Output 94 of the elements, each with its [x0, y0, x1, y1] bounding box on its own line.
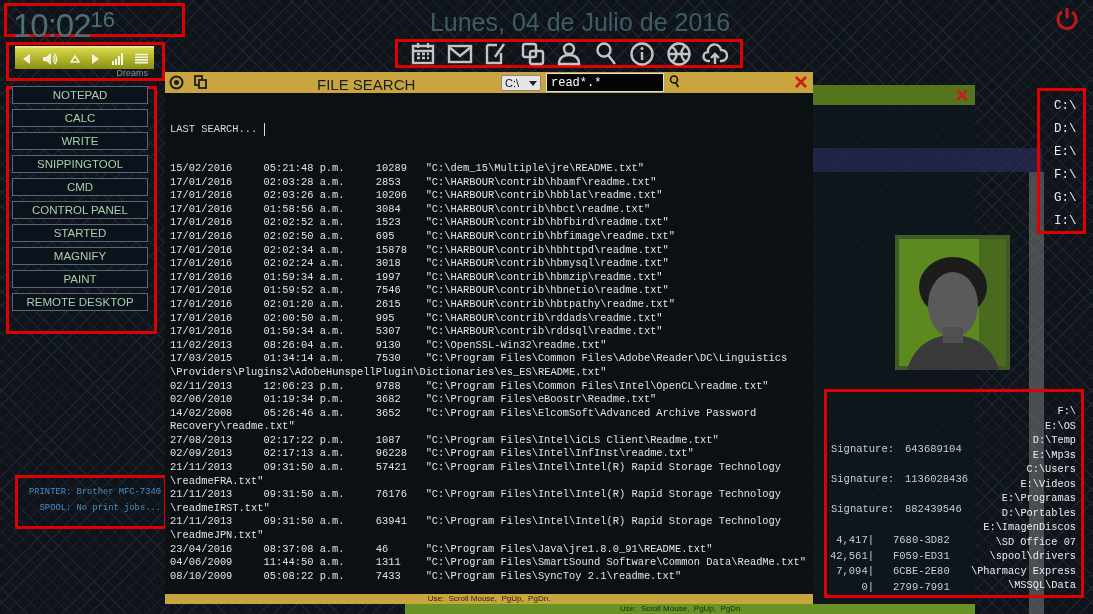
- drive-link[interactable]: D:\: [1054, 118, 1083, 141]
- drive-dropdown[interactable]: C:\: [501, 75, 541, 91]
- volume-size: 0|: [860, 579, 874, 595]
- field-value: 882439546: [905, 503, 962, 515]
- text-cursor: [264, 123, 266, 137]
- search-field[interactable]: read*.*: [546, 73, 664, 92]
- field-label: Signature:: [831, 472, 895, 487]
- search-result[interactable]: 21/11/2013 09:31:50 a.m. 76176 "C:\Program Files\Intel\Intel(R) Rapid Storage Technology\readmeIRST.txt": [170, 488, 808, 516]
- field-value: 1136028436: [905, 473, 968, 485]
- drive-link[interactable]: I:\: [1054, 210, 1083, 233]
- folder-link[interactable]: E:\Videos: [1020, 476, 1076, 491]
- last-search-label: LAST SEARCH...: [170, 122, 258, 137]
- search-result[interactable]: 02/09/2013 02:17:13 a.m. 96228 "C:\Program Files\Intel\InfInst\readme.txt": [170, 447, 808, 462]
- globe-button[interactable]: [665, 40, 692, 67]
- search-result[interactable]: 02/11/2013 12:06:23 p.m. 9788 "C:\Program Files\Common Files\Intel\OpenCL\readme.txt": [170, 379, 808, 394]
- launcher-button[interactable]: WRITE: [12, 132, 148, 150]
- launcher-button[interactable]: SNIPPINGTOOL: [12, 155, 148, 173]
- volume-serial: F059-ED31: [893, 548, 950, 564]
- folder-link[interactable]: E:\ImagenDiscos: [983, 520, 1076, 535]
- search-result[interactable]: 17/01/2016 01:59:34 a.m. 1997 "C:\HARBOUR\contrib\hbmzip\readme.txt": [170, 270, 808, 285]
- folder-link[interactable]: D:\Portables: [1001, 505, 1076, 520]
- drive-link[interactable]: C:\: [1054, 95, 1083, 118]
- search-result[interactable]: 17/01/2016 02:02:24 a.m. 3018 "C:\HARBOUR\contrib\hbmysql\readme.txt": [170, 257, 808, 271]
- search-result[interactable]: 17/01/2016 02:00:50 a.m. 995 "C:\HARBOUR\contrib\rddads\readme.txt": [170, 311, 808, 326]
- volume-serial: 2799-7991: [893, 579, 950, 595]
- track-title: Dreams: [116, 67, 148, 80]
- search-result[interactable]: 17/03/2015 01:34:14 a.m. 7530 "C:\Program Files\Common Files\Adobe\Reader\DC\Linguistics\Providers\Plugins2\AdobeHunspellPlugin\Dictionaries\es_ES\README.txt": [170, 352, 808, 380]
- power-icon[interactable]: [1055, 6, 1079, 30]
- search-result[interactable]: 21/11/2013 09:31:50 a.m. 57421 "C:\Program Files\Intel\Intel(R) Rapid Storage Technology\readmeFRA.txt": [170, 461, 808, 489]
- field-value: 643689104: [905, 443, 962, 455]
- cloud-upload-button[interactable]: [702, 40, 728, 67]
- drive-link[interactable]: G:\: [1054, 187, 1083, 210]
- search-result[interactable]: 08/10/2009 05:08:22 p.m. 7433 "C:\Program Files\SyncToy 2.1\readme.txt": [170, 569, 808, 584]
- folder-link[interactable]: \spool\drivers: [989, 549, 1076, 564]
- search-result[interactable]: 11/02/2013 08:26:04 a.m. 9130 "C:\OpenSSL-Win32\readme.txt": [170, 338, 808, 353]
- volume-serial: 6CBE-2E80: [893, 564, 950, 579]
- search-result[interactable]: 21/11/2013 09:31:50 a.m. 63941 "C:\Program Files\Intel\Intel(R) Rapid Storage Technology\readmeJPN.txt": [170, 515, 808, 543]
- folder-link[interactable]: E:\Programas: [1001, 491, 1076, 506]
- search-result[interactable]: 14/02/2008 05:26:46 a.m. 3652 "C:\Program Files\ElcomSoft\Advanced Archive Password Recovery\readme.txt": [170, 406, 808, 434]
- target-icon[interactable]: [169, 75, 184, 90]
- status-bar: Use: Scroll Mouse, PgUp, PgDn.: [165, 594, 813, 604]
- search-result[interactable]: 17/01/2016 01:59:52 a.m. 7546 "C:\HARBOUR\contrib\hbnetio\readme.txt": [170, 284, 808, 298]
- status-bar: Use: Scroll Mouse, PgUp, PgDn.: [405, 604, 975, 614]
- volume-size: 42,561|: [828, 548, 874, 564]
- search-icon[interactable]: [669, 75, 680, 88]
- volume-size: 4,417|: [835, 533, 874, 548]
- drive-link[interactable]: F:\: [1054, 164, 1083, 187]
- search-result[interactable]: 27/08/2013 02:17:22 p.m. 1087 "C:\Program Files\Intel\iCLS Client\Readme.txt": [170, 433, 808, 448]
- info-button[interactable]: [629, 40, 655, 67]
- search-result[interactable]: 04/06/2009 11:44:50 a.m. 1311 "C:\Program Files\SmartSound Software\Common Data\ReadMe.txt": [170, 556, 808, 570]
- search-result[interactable]: 17/01/2016 02:02:52 a.m. 1523 "C:\HARBOUR\contrib\hbfbird\readme.txt": [170, 216, 808, 230]
- folder-link[interactable]: D:\Temp: [1032, 433, 1076, 448]
- search-result[interactable]: 17/01/2016 02:03:28 a.m. 2853 "C:\HARBOUR\contrib\hbamf\readme.txt": [170, 175, 808, 190]
- folder-link[interactable]: \SD Office 07: [995, 534, 1076, 549]
- search-result[interactable]: 17/01/2016 02:02:50 a.m. 695 "C:\HARBOUR\contrib\hbfimage\readme.txt": [170, 229, 808, 244]
- launcher-button[interactable]: NOTEPAD: [12, 86, 148, 104]
- printer-status: PRINTER: Brother MFC-7340: [28, 486, 161, 499]
- launcher-button[interactable]: MAGNIFY: [12, 247, 148, 265]
- search-result[interactable]: 23/04/2016 08:37:08 a.m. 46 "C:\Program Files\Java\jre1.8.0_91\README.txt": [170, 542, 808, 557]
- folder-link[interactable]: E:\OS: [1045, 418, 1076, 433]
- clock-seconds: 16: [90, 7, 116, 32]
- signal-bars-icon[interactable]: [111, 52, 124, 65]
- volume-size: 7,094|: [835, 564, 874, 579]
- field-label: Signature:: [831, 442, 895, 457]
- copy-icon[interactable]: [194, 75, 207, 89]
- volume-serial: 7680-3D82: [893, 533, 950, 548]
- launcher-button[interactable]: CMD: [12, 178, 148, 196]
- launcher-button[interactable]: PAINT: [12, 270, 148, 288]
- speaker-icon[interactable]: [42, 51, 59, 66]
- field-label: Signature:: [831, 502, 895, 517]
- folder-link[interactable]: \Pharmacy Express: [970, 563, 1076, 578]
- calendar-button[interactable]: [410, 40, 436, 67]
- date-label: Lunes, 04 de Julio de 2016: [428, 7, 732, 38]
- folder-link[interactable]: F:\: [1057, 404, 1076, 419]
- search-result[interactable]: 17/01/2016 02:01:20 a.m. 2615 "C:\HARBOUR\contrib\hbtpathy\readme.txt": [170, 297, 808, 312]
- search-result[interactable]: 17/01/2016 02:03:26 a.m. 10206 "C:\HARBOUR\contrib\hbblat\readme.txt": [170, 189, 808, 203]
- drive-link[interactable]: E:\: [1054, 141, 1083, 164]
- search-result[interactable]: 02/06/2010 01:19:34 p.m. 3682 "C:\Program Files\eBoostr\Readme.txt": [170, 393, 808, 407]
- launcher-button[interactable]: CONTROL PANEL: [12, 201, 148, 219]
- launcher-button[interactable]: CALC: [12, 109, 148, 127]
- search-result[interactable]: 17/01/2016 01:58:56 a.m. 3084 "C:\HARBOUR\contrib\hbct\readme.txt": [170, 202, 808, 217]
- spool-status: SPOOL: No print jobs...: [38, 502, 161, 515]
- copy-button[interactable]: [519, 40, 546, 67]
- folder-link[interactable]: E:\Mp3s: [1032, 447, 1076, 462]
- folder-link[interactable]: C:\Users: [1026, 462, 1076, 477]
- launcher-button[interactable]: REMOTE DESKTOP: [12, 293, 148, 311]
- launcher-button[interactable]: STARTED: [12, 224, 148, 242]
- play-icon[interactable]: [91, 52, 101, 65]
- search-result[interactable]: 15/02/2016 05:21:48 p.m. 10289 "C:\dem_15\Multiple\jre\README.txt": [170, 162, 808, 176]
- search-result[interactable]: 17/01/2016 02:02:34 a.m. 15878 "C:\HARBOUR\contrib\hbhttpd\readme.txt": [170, 243, 808, 258]
- folder-link[interactable]: \MSSQL\Data: [1008, 578, 1076, 593]
- user-button[interactable]: [556, 40, 582, 67]
- search-result[interactable]: 17/01/2016 01:59:34 a.m. 5307 "C:\HARBOUR\contrib\rddsql\readme.txt": [170, 325, 808, 339]
- window-title: FILE SEARCH: [317, 75, 416, 95]
